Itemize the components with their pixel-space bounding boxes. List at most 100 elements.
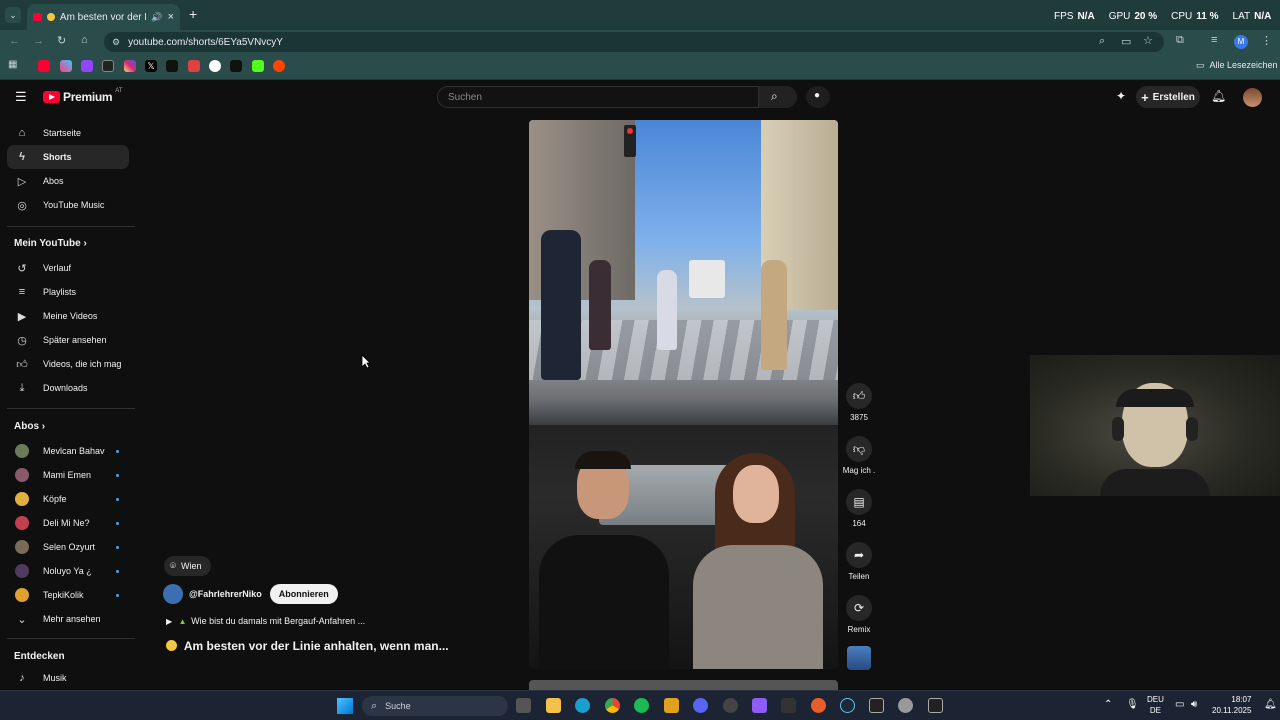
bookmark-instagram-icon[interactable] (124, 60, 136, 72)
tray-chevron-up-icon[interactable]: ⌃ (1104, 699, 1112, 710)
apps-grid-icon[interactable]: ▦ (8, 59, 17, 70)
taskbar-search[interactable]: ⌕ Suche (362, 696, 508, 716)
account-avatar[interactable] (1243, 88, 1262, 107)
sidebar-item-subscriptions[interactable]: ▷ Abos (7, 169, 129, 193)
channel-handle[interactable]: @FahrlehrerNiko (189, 589, 262, 599)
site-info-icon[interactable]: ⚙ (112, 37, 120, 48)
tray-mic-icon[interactable]: 🎙︎ (1126, 699, 1139, 710)
subscription-channel[interactable]: Noluyo Ya ¿ (7, 559, 129, 583)
app-purple-icon[interactable] (752, 698, 767, 713)
short-title[interactable]: Am besten vor der Linie anhalten, wenn m… (166, 639, 449, 653)
extensions-icon[interactable]: ⧉ (1176, 34, 1184, 47)
sidebar-item-home[interactable]: ⌂ Startseite (7, 121, 129, 145)
dislike-button[interactable]: 👎︎ Mag ich . (840, 436, 878, 475)
sidebar-item-watch-later[interactable]: ◷ Später ansehen (7, 328, 129, 352)
app-r-icon[interactable] (664, 698, 679, 713)
app-orange-icon[interactable] (811, 698, 826, 713)
create-button[interactable]: + Erstellen (1136, 86, 1200, 108)
url-bar[interactable]: ⚙ youtube.com/shorts/6EYa5VNvcyY (104, 32, 1164, 52)
bookmark-x-icon[interactable]: 𝕏 (145, 60, 157, 72)
sidebar-item-downloads[interactable]: ⤓ Downloads (7, 376, 129, 400)
search-input[interactable]: Suchen (437, 86, 759, 108)
like-button[interactable]: 👍︎ 3875 (843, 383, 875, 422)
home-icon[interactable]: ⌂ (81, 34, 88, 46)
bookmark-slash-icon[interactable] (166, 60, 178, 72)
you-heading[interactable]: Mein YouTube › (14, 238, 87, 249)
youtube-logo[interactable]: Premium AT (43, 88, 123, 104)
app-red-dot-icon[interactable] (723, 698, 738, 713)
notification-center-icon[interactable]: 🔔︎ (1264, 699, 1277, 710)
sidebar-item-music[interactable]: ◎ YouTube Music (7, 193, 129, 217)
comments-button[interactable]: ▤ 164 (843, 489, 875, 528)
sidebar-item-playlists[interactable]: ≡ Playlists (7, 280, 129, 304)
shorts-video-player[interactable] (529, 120, 838, 669)
sidebar-item-my-videos[interactable]: ▶ Meine Videos (7, 304, 129, 328)
tab-close-icon[interactable]: × (168, 11, 174, 23)
epic-games-2-icon[interactable] (928, 698, 943, 713)
subscription-channel[interactable]: Selen Ozyurt (7, 535, 129, 559)
bookmark-twitch-icon[interactable] (81, 60, 93, 72)
hamburger-menu-icon[interactable]: ☰ (15, 89, 27, 105)
task-view-icon[interactable] (516, 698, 531, 713)
subscription-channel[interactable]: Köpfe (7, 487, 129, 511)
show-more-button[interactable]: ⌄ Mehr ansehen (7, 607, 129, 631)
steam-icon[interactable] (840, 698, 855, 713)
tray-network-icon[interactable]: ▭ (1175, 699, 1184, 710)
voice-search-button[interactable]: ● (806, 86, 830, 108)
bookmark-kick-icon[interactable] (252, 60, 264, 72)
browser-tab-active[interactable]: Am besten vor der Lini 🔊 × (27, 4, 180, 30)
zoom-icon[interactable]: ⌕ (1099, 35, 1105, 48)
language-indicator[interactable]: DEU DE (1147, 694, 1164, 716)
bookmark-multicolor-icon[interactable] (60, 60, 72, 72)
url-text[interactable]: youtube.com/shorts/6EYa5VNvcyY (128, 37, 283, 48)
sidebar-item-liked-videos[interactable]: 👍︎ Videos, die ich mag (7, 352, 129, 376)
search-button[interactable]: ⌕ (759, 86, 797, 108)
file-explorer-icon[interactable] (546, 698, 561, 713)
subscriptions-heading[interactable]: Abos › (14, 421, 45, 432)
bookmark-tiktok-icon[interactable] (230, 60, 242, 72)
app-circle-icon[interactable] (898, 698, 913, 713)
cast-icon[interactable]: ▭ (1121, 35, 1131, 48)
sidebar-item-shorts[interactable]: ϟ Shorts (7, 145, 129, 169)
new-tab-button[interactable]: + (189, 6, 197, 22)
subscription-channel[interactable]: Mami Emen (7, 463, 129, 487)
all-bookmarks-folder[interactable]: ▭ Alle Lesezeichen (1196, 60, 1278, 71)
reload-icon[interactable]: ↻ (57, 34, 66, 47)
media-controls-icon[interactable]: ≡ (1211, 34, 1217, 46)
profile-avatar[interactable]: M (1234, 35, 1248, 49)
chrome-icon[interactable] (605, 698, 620, 713)
back-icon[interactable]: ← (9, 35, 20, 47)
tab-audio-icon[interactable]: 🔊 (151, 12, 162, 23)
sidebar-item-music-explore[interactable]: ♪ Musik (7, 666, 129, 690)
next-short-preview[interactable] (529, 680, 838, 690)
bookmark-youtube-icon[interactable] (38, 60, 50, 72)
channel-thumbnail[interactable] (847, 646, 871, 670)
bookmark-circle-icon[interactable] (209, 60, 221, 72)
location-chip[interactable]: ⌾ Wien (164, 556, 211, 576)
pinned-comment-row[interactable]: ▶ ▲ Wie bist du damals mit Bergauf-Anfah… (166, 616, 365, 626)
subscription-channel[interactable]: Mevlcan Bahav (7, 439, 129, 463)
bookmark-red-icon[interactable] (188, 60, 200, 72)
browser-menu-icon[interactable]: ⋮ (1261, 34, 1272, 47)
notifications-bell-icon[interactable]: 🔔︎ (1211, 89, 1226, 103)
bookmark-star-icon[interactable]: ☆ (1143, 34, 1153, 47)
spotify-icon[interactable] (634, 698, 649, 713)
epic-games-icon[interactable] (869, 698, 884, 713)
bookmark-dark-icon[interactable] (102, 60, 114, 72)
subscription-channel[interactable]: Deli Mi Ne? (7, 511, 129, 535)
forward-icon[interactable]: → (33, 35, 44, 47)
channel-avatar[interactable] (163, 584, 183, 604)
subscribe-button[interactable]: Abonnieren (269, 584, 338, 604)
tab-search-button[interactable]: ⌄ (5, 7, 21, 23)
tray-volume-icon[interactable]: 🔊︎ (1191, 699, 1197, 710)
gaming-icon[interactable]: ✦ (1116, 89, 1126, 103)
windows-start-icon[interactable] (337, 698, 353, 714)
remix-button[interactable]: ⟳ Remix (843, 595, 875, 634)
discord-icon[interactable] (693, 698, 708, 713)
app-shield-icon[interactable] (781, 698, 796, 713)
edge-icon[interactable] (575, 698, 590, 713)
subscription-channel[interactable]: TepkiKolik (7, 583, 129, 607)
taskbar-clock[interactable]: 18:07 20.11.2025 (1212, 694, 1251, 716)
bookmark-reddit-icon[interactable] (273, 60, 285, 72)
sidebar-item-history[interactable]: ↺ Verlauf (7, 256, 129, 280)
